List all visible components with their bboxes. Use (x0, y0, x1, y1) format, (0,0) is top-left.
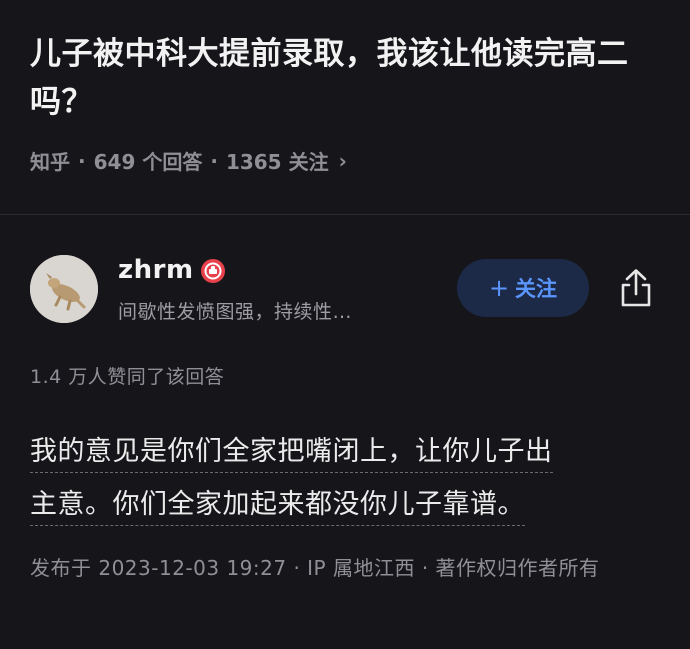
question-title[interactable]: 儿子被中科大提前录取，我该让他读完高二吗？ (30, 30, 660, 126)
answer-count: 649 个回答 (93, 150, 203, 174)
avatar[interactable] (30, 255, 98, 323)
badge-icon (200, 258, 226, 284)
author-row: zhrm 间歇性发愤图强，持续性… + 关注 (30, 253, 660, 325)
plus-icon: + (488, 274, 510, 302)
answer-line: 主意。你们全家加起来都没你儿子靠谱。 (30, 485, 525, 526)
answer-line: 我的意见是你们全家把嘴闭上，让你儿子出 (30, 432, 553, 473)
follow-button[interactable]: + 关注 (457, 259, 589, 317)
meta-separator: · (210, 148, 218, 173)
chevron-right-icon: › (338, 148, 347, 173)
meta-separator: · (78, 148, 86, 173)
publish-info: 发布于 2023-12-03 19:27 · IP 属地江西 · 著作权归作者所… (30, 556, 600, 580)
vote-summary: 1.4 万人赞同了该回答 (30, 366, 225, 388)
question-meta[interactable]: 知乎 · 649 个回答 · 1365 关注 › (30, 146, 347, 175)
answer-content[interactable]: 我的意见是你们全家把嘴闭上，让你儿子出 主意。你们全家加起来都没你儿子靠谱。 (30, 428, 660, 534)
author-bio: 间歇性发愤图强，持续性… (118, 301, 353, 323)
question-source: 知乎 (30, 150, 70, 174)
section-divider (0, 214, 690, 215)
avatar-image (30, 255, 98, 323)
question-header: 儿子被中科大提前录取，我该让他读完高二吗？ 知乎 · 649 个回答 · 136… (0, 0, 690, 214)
follow-count: 1365 关注 (225, 150, 329, 174)
author-name[interactable]: zhrm (118, 255, 194, 285)
follow-button-label: 关注 (515, 277, 558, 301)
share-icon[interactable] (616, 267, 656, 309)
